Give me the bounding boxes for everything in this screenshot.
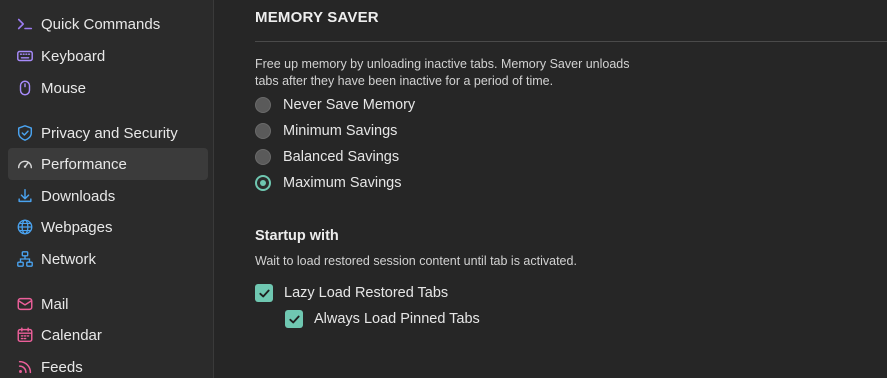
sidebar-item-feeds[interactable]: Feeds xyxy=(8,351,208,378)
radio-label: Never Save Memory xyxy=(283,97,416,113)
checkbox-checked[interactable] xyxy=(285,310,303,328)
radio-button[interactable] xyxy=(255,97,271,113)
sidebar-item-label: Performance xyxy=(41,155,127,173)
calendar-icon xyxy=(15,325,35,345)
lazy-load-restored-tabs-checkbox[interactable]: Lazy Load Restored Tabs xyxy=(255,282,448,304)
checkmark-icon xyxy=(258,289,270,297)
settings-window: Quick Commands Keyboard Mouse Privacy an… xyxy=(0,0,887,378)
memory-saver-title: MEMORY SAVER xyxy=(255,9,379,26)
sidebar-item-label: Feeds xyxy=(41,358,83,376)
sidebar-item-label: Keyboard xyxy=(41,47,106,65)
speedometer-icon xyxy=(15,154,35,174)
radio-label: Maximum Savings xyxy=(283,175,402,191)
checkbox-label: Lazy Load Restored Tabs xyxy=(284,285,449,301)
mail-icon xyxy=(15,294,35,314)
radio-label: Minimum Savings xyxy=(283,123,398,139)
checkbox-checked[interactable] xyxy=(255,284,273,302)
feeds-icon xyxy=(15,357,35,377)
quick-commands-icon xyxy=(15,14,35,34)
sidebar-item-privacy-and-security[interactable]: Privacy and Security xyxy=(8,117,208,149)
sidebar-item-label: Mouse xyxy=(41,79,87,97)
sidebar-item-label: Quick Commands xyxy=(41,15,161,33)
sidebar-item-label: Webpages xyxy=(41,218,113,236)
radio-button[interactable] xyxy=(255,149,271,165)
shield-icon xyxy=(15,123,35,143)
startup-description: Wait to load restored session content un… xyxy=(255,254,577,268)
memory-saver-description: Free up memory by unloading inactive tab… xyxy=(255,57,630,88)
sidebar-item-label: Calendar xyxy=(41,326,102,344)
radio-balanced-savings[interactable]: Balanced Savings xyxy=(255,146,399,168)
mouse-icon xyxy=(15,78,35,98)
settings-sidebar: Quick Commands Keyboard Mouse Privacy an… xyxy=(0,0,214,378)
sidebar-item-label: Network xyxy=(41,250,97,268)
download-icon xyxy=(15,186,35,206)
sidebar-item-downloads[interactable]: Downloads xyxy=(8,180,208,212)
sidebar-item-calendar[interactable]: Calendar xyxy=(8,319,208,351)
startup-heading: Startup with xyxy=(255,228,339,244)
sidebar-item-quick-commands[interactable]: Quick Commands xyxy=(8,8,208,40)
sidebar-item-keyboard[interactable]: Keyboard xyxy=(8,40,208,72)
radio-button[interactable] xyxy=(255,123,271,139)
checkbox-label: Always Load Pinned Tabs xyxy=(314,311,480,327)
sidebar-item-label: Downloads xyxy=(41,187,116,205)
section-divider xyxy=(255,41,887,42)
sidebar-item-mouse[interactable]: Mouse xyxy=(8,72,208,104)
sidebar-item-label: Privacy and Security xyxy=(41,124,178,142)
always-load-pinned-tabs-checkbox[interactable]: Always Load Pinned Tabs xyxy=(285,308,480,330)
radio-label: Balanced Savings xyxy=(283,149,400,165)
sidebar-item-webpages[interactable]: Webpages xyxy=(8,211,208,243)
keyboard-icon xyxy=(15,46,35,66)
sidebar-item-label: Mail xyxy=(41,295,69,313)
radio-button-selected[interactable] xyxy=(255,175,271,191)
radio-maximum-savings[interactable]: Maximum Savings xyxy=(255,172,401,194)
radio-never-save-memory[interactable]: Never Save Memory xyxy=(255,94,415,116)
radio-minimum-savings[interactable]: Minimum Savings xyxy=(255,120,397,142)
sidebar-item-mail[interactable]: Mail xyxy=(8,288,208,320)
globe-icon xyxy=(15,217,35,237)
sidebar-item-performance[interactable]: Performance xyxy=(8,148,208,180)
checkmark-icon xyxy=(288,315,300,323)
sidebar-item-network[interactable]: Network xyxy=(8,243,208,275)
network-icon xyxy=(15,249,35,269)
settings-main-panel: MEMORY SAVER Free up memory by unloading… xyxy=(214,0,887,378)
